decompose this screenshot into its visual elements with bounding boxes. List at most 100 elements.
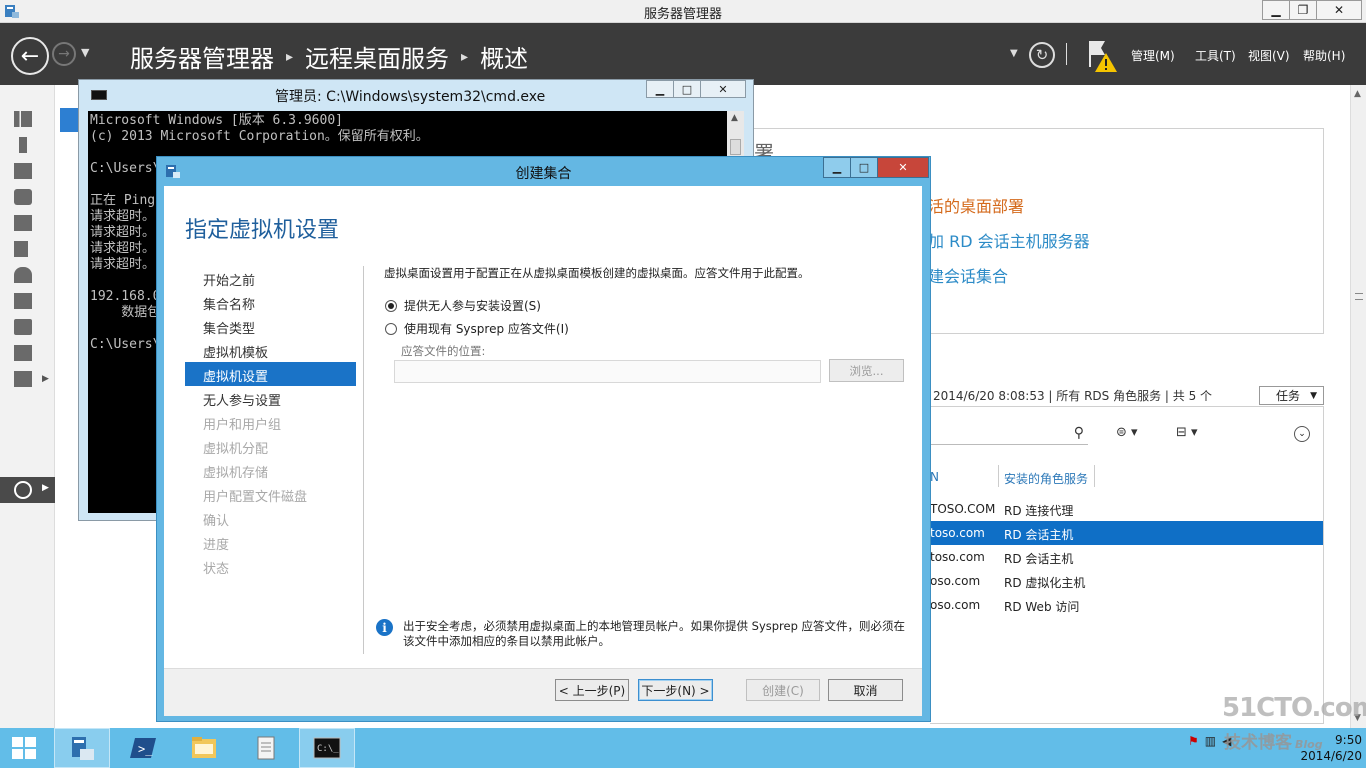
remote-desktop-icon xyxy=(14,481,32,499)
minimize-button[interactable]: ▁ xyxy=(823,157,851,178)
step-vm-template[interactable]: 虚拟机模板 xyxy=(185,338,356,362)
create-session-collection-link[interactable]: 建会话集合 xyxy=(928,263,1008,287)
close-button[interactable]: ✕ xyxy=(700,80,746,98)
menu-help[interactable]: 帮助(H) xyxy=(1303,47,1345,64)
table-row[interactable]: oso.com RD Web 访问 xyxy=(930,593,1323,617)
ad-ds-icon[interactable] xyxy=(14,189,34,207)
taskbar-file-explorer[interactable] xyxy=(176,728,232,768)
table-row[interactable]: TOSO.COM RD 连接代理 xyxy=(930,497,1323,521)
option-label: 提供无人参与安装设置(S) xyxy=(404,299,541,313)
dashboard-icon[interactable] xyxy=(14,111,34,129)
history-dropdown-icon[interactable]: ▼ xyxy=(81,46,89,59)
back-arrow-icon[interactable]: ← xyxy=(11,37,49,75)
main-scrollbar[interactable]: ▲ ▼ xyxy=(1350,85,1366,728)
previous-button[interactable]: < 上一步(P) xyxy=(555,679,629,701)
dialog-titlebar[interactable]: 创建集合 ▁ □ ✕ xyxy=(157,157,930,184)
column-header-roles[interactable]: 安装的角色服务 xyxy=(1004,470,1088,487)
dns-icon[interactable] xyxy=(14,215,34,233)
step-collection-name[interactable]: 集合名称 xyxy=(185,290,356,314)
table-row[interactable]: oso.com RD 虚拟化主机 xyxy=(930,569,1323,593)
step-unattended-settings[interactable]: 无人参与设置 xyxy=(185,386,356,410)
taskbar-powershell[interactable]: >_ xyxy=(115,728,171,768)
taskbar-server-manager[interactable] xyxy=(54,728,110,768)
file-storage-icon[interactable] xyxy=(14,241,34,259)
remote-access-icon[interactable] xyxy=(14,319,34,337)
radio-button-checked[interactable] xyxy=(385,299,397,312)
refresh-icon[interactable]: ↻ xyxy=(1029,42,1055,68)
radio-button[interactable] xyxy=(385,322,397,335)
minimize-button[interactable]: ▁ xyxy=(646,80,674,98)
hyper-v-icon[interactable] xyxy=(14,267,34,285)
console-icon xyxy=(91,90,107,100)
cancel-button[interactable]: 取消 xyxy=(828,679,903,701)
taskbar-cmd[interactable]: C:\_ xyxy=(299,728,355,768)
dialog-title: 创建集合 xyxy=(515,166,572,182)
browse-button: 浏览... xyxy=(829,359,904,382)
server-manager-titlebar: 服务器管理器 ▁ ❐ ✕ xyxy=(0,0,1366,23)
scroll-thumb[interactable] xyxy=(1355,293,1363,300)
next-button[interactable]: 下一步(N) > xyxy=(638,679,713,701)
role-cell: RD 虚拟化主机 xyxy=(1004,576,1086,590)
step-vm-storage: 虚拟机存储 xyxy=(203,466,269,481)
filter-input[interactable]: ⚲ xyxy=(930,423,1088,445)
close-button[interactable]: ✕ xyxy=(877,157,929,178)
step-status: 状态 xyxy=(203,562,230,577)
maximize-button[interactable]: □ xyxy=(850,157,878,178)
close-button[interactable]: ✕ xyxy=(1316,0,1362,20)
quick-start-link[interactable]: 活的桌面部署 xyxy=(928,193,1024,217)
table-row[interactable]: toso.com RD 会话主机 xyxy=(930,545,1323,569)
dialog-content: 指定虚拟机设置 开始之前 集合名称 集合类型 虚拟机模板 虚拟机设置 无人参与设… xyxy=(164,186,922,716)
action-center-icon[interactable]: ⚑ xyxy=(1188,734,1199,748)
table-row-selected[interactable]: toso.com RD 会话主机 xyxy=(930,521,1323,545)
overview-nav-selection[interactable] xyxy=(60,108,78,132)
all-servers-icon[interactable] xyxy=(14,163,34,181)
server-manager-header: ← → ▼ 服务器管理器 ▸ 远程桌面服务 ▸ 概述 ▼ ↻ 管理(M) 工具(… xyxy=(0,23,1366,85)
server-cell: oso.com xyxy=(930,598,981,612)
remote-desktop-services-nav[interactable]: ▶ xyxy=(0,477,55,503)
cmd-titlebar[interactable]: 管理员: C:\Windows\system32\cmd.exe ▁ □ ✕ xyxy=(79,80,753,108)
maximize-button[interactable]: □ xyxy=(673,80,701,98)
option-sysprep-answer-file[interactable]: 使用现有 Sysprep 应答文件(I) xyxy=(385,320,569,337)
breadcrumb-item[interactable]: 远程桌面服务 xyxy=(305,39,449,74)
menu-tools[interactable]: 工具(T) xyxy=(1195,47,1236,64)
file-services-icon[interactable] xyxy=(14,371,34,389)
step-before-you-begin[interactable]: 开始之前 xyxy=(185,266,356,290)
scroll-up-icon[interactable]: ▲ xyxy=(1354,89,1361,99)
taskbar-notepad[interactable] xyxy=(238,728,294,768)
menu-manage[interactable]: 管理(M) xyxy=(1131,47,1175,64)
step-vm-settings[interactable]: 虚拟机设置 xyxy=(185,362,356,386)
network-icon[interactable]: ▥ xyxy=(1205,734,1216,748)
add-rd-session-host-link[interactable]: 加 RD 会话主机服务器 xyxy=(928,228,1090,252)
forward-arrow-icon[interactable]: → xyxy=(52,42,76,66)
dropdown-icon[interactable]: ▼ xyxy=(1010,48,1018,59)
tasks-dropdown[interactable]: 任务 ▼ xyxy=(1259,386,1324,405)
save-query-icon[interactable]: ⊟ ▾ xyxy=(1176,425,1198,440)
column-header-server[interactable]: N xyxy=(930,470,939,484)
step-user-profile-disks: 用户配置文件磁盘 xyxy=(203,490,308,505)
step-confirmation: 确认 xyxy=(203,514,230,529)
scroll-up-icon[interactable]: ▲ xyxy=(731,113,738,123)
create-button: 创建(C) xyxy=(746,679,820,701)
watermark-subtitle: 技术博客 Blog xyxy=(1224,728,1323,753)
restore-button[interactable]: ❐ xyxy=(1289,0,1317,20)
notification-flag-icon[interactable] xyxy=(1087,39,1117,73)
expand-arrow-icon[interactable]: ▶ xyxy=(42,374,49,384)
breadcrumb-item[interactable]: 概述 xyxy=(480,39,528,74)
role-cell: RD 连接代理 xyxy=(1004,504,1074,518)
local-server-icon[interactable] xyxy=(14,137,34,155)
create-collection-dialog[interactable]: 创建集合 ▁ □ ✕ 指定虚拟机设置 开始之前 集合名称 集合类型 虚拟机模板 … xyxy=(156,156,931,722)
breadcrumb-item[interactable]: 服务器管理器 xyxy=(130,39,274,74)
minimize-button[interactable]: ▁ xyxy=(1262,0,1290,20)
step-collection-type[interactable]: 集合类型 xyxy=(185,314,356,338)
scroll-thumb[interactable] xyxy=(730,139,741,155)
security-info-text: 出于安全考虑，必须禁用虚拟桌面上的本地管理员帐户。如果你提供 Sysprep 应… xyxy=(403,619,906,648)
iis-icon[interactable] xyxy=(14,293,34,311)
search-icon[interactable]: ⚲ xyxy=(1074,425,1084,441)
list-options-icon[interactable]: ⊜ ▾ xyxy=(1116,425,1138,440)
rds-servers-icon[interactable] xyxy=(14,345,34,363)
option-unattended-settings[interactable]: 提供无人参与安装设置(S) xyxy=(385,297,541,314)
windows-start-icon[interactable] xyxy=(12,737,38,761)
menu-view[interactable]: 视图(V) xyxy=(1248,47,1290,64)
watermark-sub: 技术博客 xyxy=(1224,733,1292,753)
collapse-icon[interactable]: ⌄ xyxy=(1294,426,1310,442)
